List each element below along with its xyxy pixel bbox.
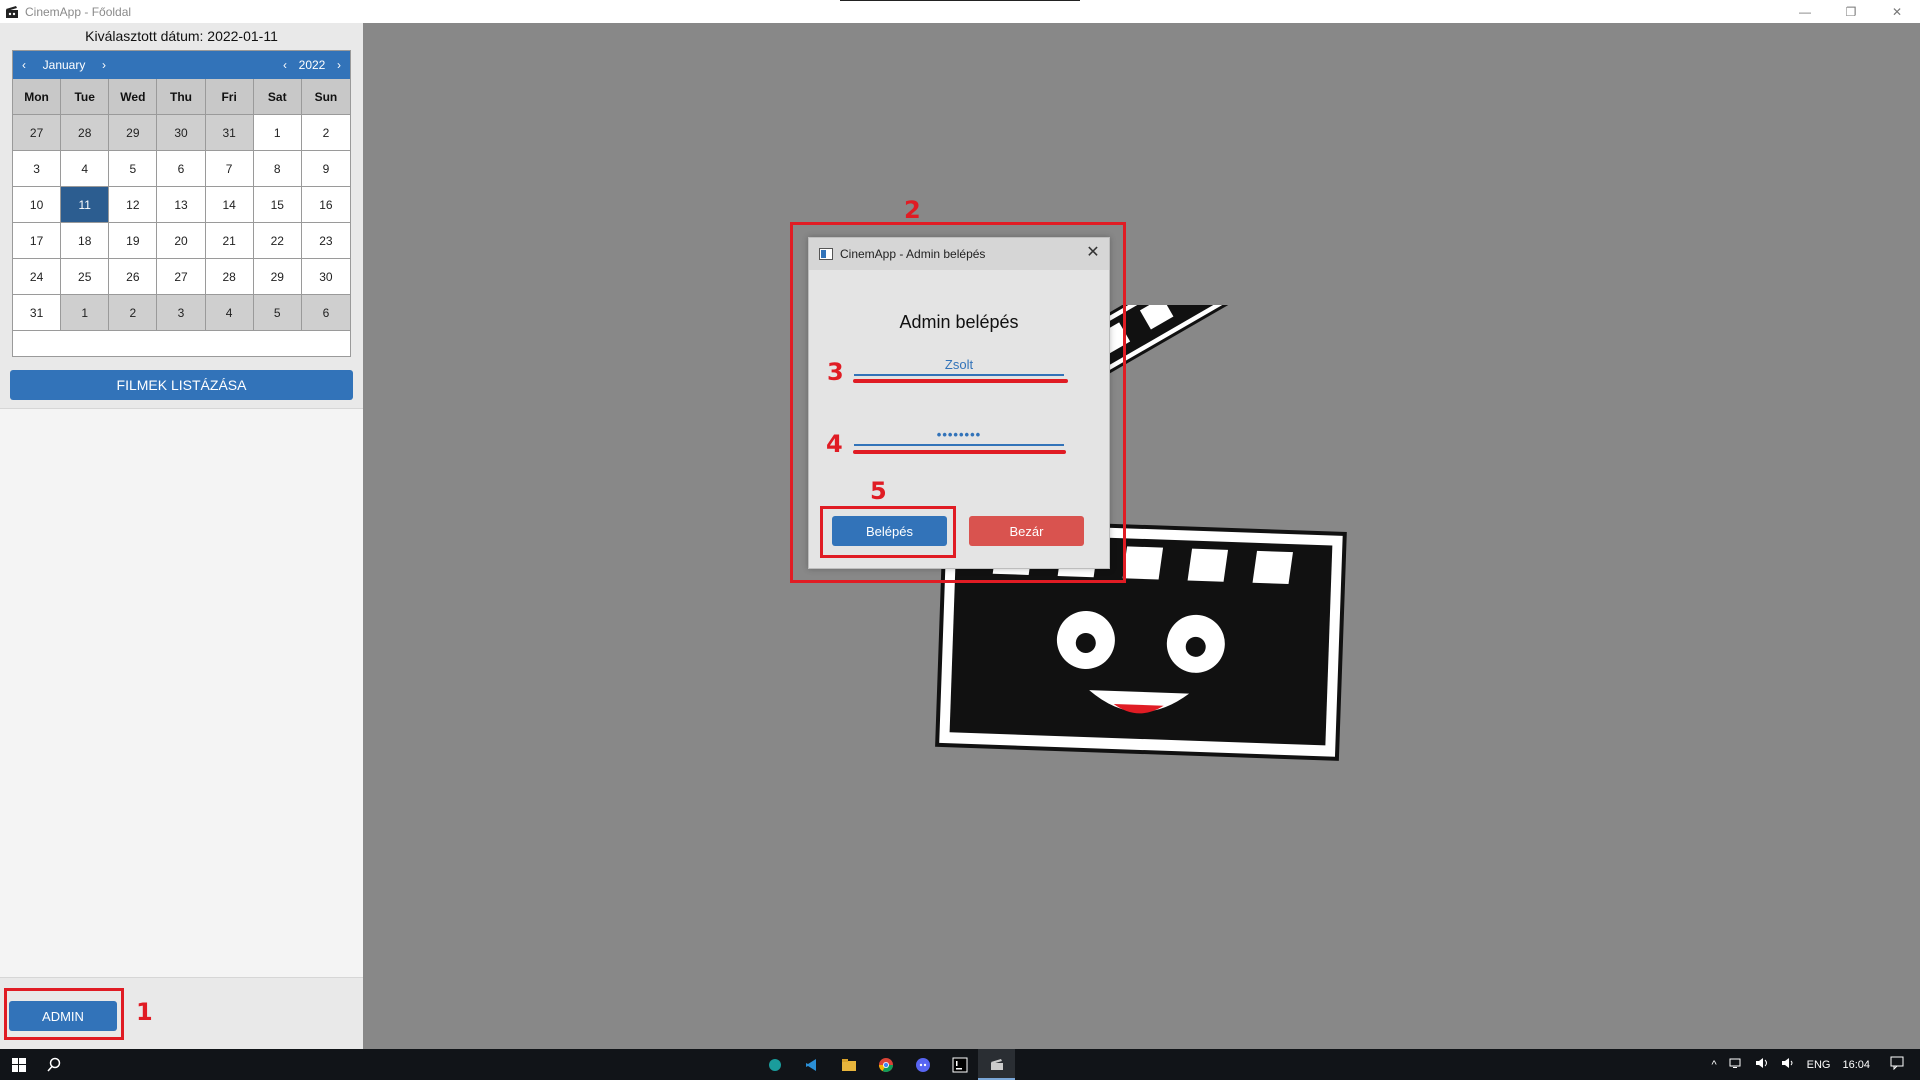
- close-window-button[interactable]: ✕: [1874, 0, 1920, 23]
- date-picker-calendar: ‹ January › ‹ 2022 › Mon Tue Wed Thu Fri Sat S…: [12, 50, 351, 357]
- calendar-day[interactable]: 28: [61, 115, 110, 151]
- movie-list-area: [0, 408, 363, 978]
- tray-chevron-icon[interactable]: ^: [1711, 1059, 1716, 1071]
- language-indicator[interactable]: ENG: [1807, 1059, 1831, 1071]
- calendar-day[interactable]: 1: [61, 295, 110, 331]
- calendar-day[interactable]: 2: [109, 295, 158, 331]
- calendar-day[interactable]: 13: [157, 187, 206, 223]
- calendar-day[interactable]: 24: [13, 259, 62, 295]
- window-title: CinemApp - Főoldal: [25, 4, 132, 19]
- calendar-day[interactable]: 6: [157, 151, 206, 187]
- system-tray: ^ ENG 16:04: [1705, 1049, 1920, 1080]
- calendar-day[interactable]: 12: [109, 187, 158, 223]
- prev-year-icon[interactable]: ‹: [274, 58, 296, 72]
- restore-button[interactable]: ❐: [1828, 0, 1874, 23]
- calendar-day[interactable]: 2: [301, 115, 350, 151]
- file-explorer-icon[interactable]: [830, 1049, 867, 1080]
- window-titlebar: CinemApp - Főoldal — ❐ ✕: [0, 0, 1920, 23]
- annotation-box-5: [820, 506, 956, 558]
- calendar-day[interactable]: 30: [301, 259, 350, 295]
- next-month-icon[interactable]: ›: [93, 58, 115, 72]
- calendar-day[interactable]: 14: [205, 187, 254, 223]
- calendar-day[interactable]: 4: [61, 151, 110, 187]
- calendar-day[interactable]: 20: [157, 223, 206, 259]
- calendar-day[interactable]: 3: [157, 295, 206, 331]
- calendar-day[interactable]: 9: [301, 151, 350, 187]
- calendar-header: ‹ January › ‹ 2022 ›: [13, 51, 350, 79]
- weekday-header: Sun: [301, 79, 350, 115]
- annotation-number-1: 1: [136, 998, 153, 1026]
- annotation-number-3: 3: [827, 358, 844, 386]
- search-icon[interactable]: [38, 1049, 70, 1080]
- next-year-icon[interactable]: ›: [328, 58, 350, 72]
- calendar-day[interactable]: 5: [253, 295, 302, 331]
- calendar-day[interactable]: 29: [253, 259, 302, 295]
- calendar-day[interactable]: 15: [253, 187, 302, 223]
- calendar-day[interactable]: 26: [109, 259, 158, 295]
- cinemapp-taskbar-icon[interactable]: [978, 1049, 1015, 1080]
- calendar-day[interactable]: 21: [205, 223, 254, 259]
- calendar-day[interactable]: 29: [109, 115, 158, 151]
- calendar-day[interactable]: 31: [13, 295, 62, 331]
- clock-time[interactable]: 16:04: [1842, 1059, 1870, 1071]
- calendar-year: 2022: [298, 58, 326, 72]
- chrome-icon[interactable]: [867, 1049, 904, 1080]
- weekday-header: Sat: [253, 79, 302, 115]
- notifications-icon[interactable]: [1890, 1056, 1904, 1073]
- app-icon-teal-circle[interactable]: [756, 1049, 793, 1080]
- calendar-day[interactable]: 28: [205, 259, 254, 295]
- weekday-header: Fri: [205, 79, 254, 115]
- calendar-day[interactable]: 30: [157, 115, 206, 151]
- annotation-number-4: 4: [826, 430, 843, 458]
- vscode-icon[interactable]: [793, 1049, 830, 1080]
- annotation-box-1: [4, 988, 124, 1040]
- network-icon[interactable]: [1729, 1057, 1743, 1072]
- calendar-day[interactable]: 27: [13, 115, 62, 151]
- weekday-header: Thu: [157, 79, 206, 115]
- calendar-day[interactable]: 17: [13, 223, 62, 259]
- calendar-day[interactable]: 18: [61, 223, 110, 259]
- calendar-day[interactable]: 4: [205, 295, 254, 331]
- annotation-underline-4: [853, 450, 1066, 454]
- calendar-day[interactable]: 3: [13, 151, 62, 187]
- window-controls: — ❐ ✕: [1782, 0, 1920, 23]
- calendar-day[interactable]: 8: [253, 151, 302, 187]
- prev-month-icon[interactable]: ‹: [13, 58, 35, 72]
- calendar-day[interactable]: 16: [301, 187, 350, 223]
- calendar-day[interactable]: 7: [205, 151, 254, 187]
- sidebar: Kiválasztott dátum: 2022-01-11 ‹ January…: [0, 23, 363, 1049]
- taskbar-pinned-apps: [756, 1049, 1015, 1080]
- weekday-header: Mon: [13, 79, 62, 115]
- windows-start-icon[interactable]: [0, 1049, 38, 1080]
- minimize-button[interactable]: —: [1782, 0, 1828, 23]
- selected-date-label: Kiválasztott dátum: 2022-01-11: [85, 28, 278, 44]
- annotation-underline-3: [853, 379, 1068, 383]
- calendar-day[interactable]: 25: [61, 259, 110, 295]
- calendar-month: January: [42, 58, 86, 72]
- calendar-day[interactable]: 22: [253, 223, 302, 259]
- discord-icon[interactable]: [904, 1049, 941, 1080]
- speaker-icon[interactable]: [1781, 1057, 1795, 1072]
- calendar-day-selected[interactable]: 11: [61, 187, 110, 223]
- clapperboard-app-icon: [6, 5, 18, 18]
- calendar-day[interactable]: 10: [13, 187, 62, 223]
- list-movies-button[interactable]: FILMEK LISTÁZÁSA: [10, 370, 353, 400]
- annotation-number-2: 2: [904, 196, 921, 224]
- windows-taskbar: ^ ENG 16:04: [0, 1049, 1920, 1080]
- annotation-number-5: 5: [870, 477, 887, 505]
- intellij-icon[interactable]: [941, 1049, 978, 1080]
- volume-icon[interactable]: [1755, 1057, 1769, 1072]
- calendar-day[interactable]: 19: [109, 223, 158, 259]
- weekday-header: Tue: [61, 79, 110, 115]
- calendar-day[interactable]: 1: [253, 115, 302, 151]
- weekday-header: Wed: [109, 79, 158, 115]
- calendar-day[interactable]: 27: [157, 259, 206, 295]
- calendar-day[interactable]: 5: [109, 151, 158, 187]
- calendar-grid: Mon Tue Wed Thu Fri Sat Sun 27 28 29 30 31 1 2 3 4 5 6 7 8 9…: [13, 79, 350, 331]
- titlebar-divider: [840, 0, 1080, 1]
- calendar-day[interactable]: 31: [205, 115, 254, 151]
- calendar-day[interactable]: 6: [301, 295, 350, 331]
- calendar-day[interactable]: 23: [301, 223, 350, 259]
